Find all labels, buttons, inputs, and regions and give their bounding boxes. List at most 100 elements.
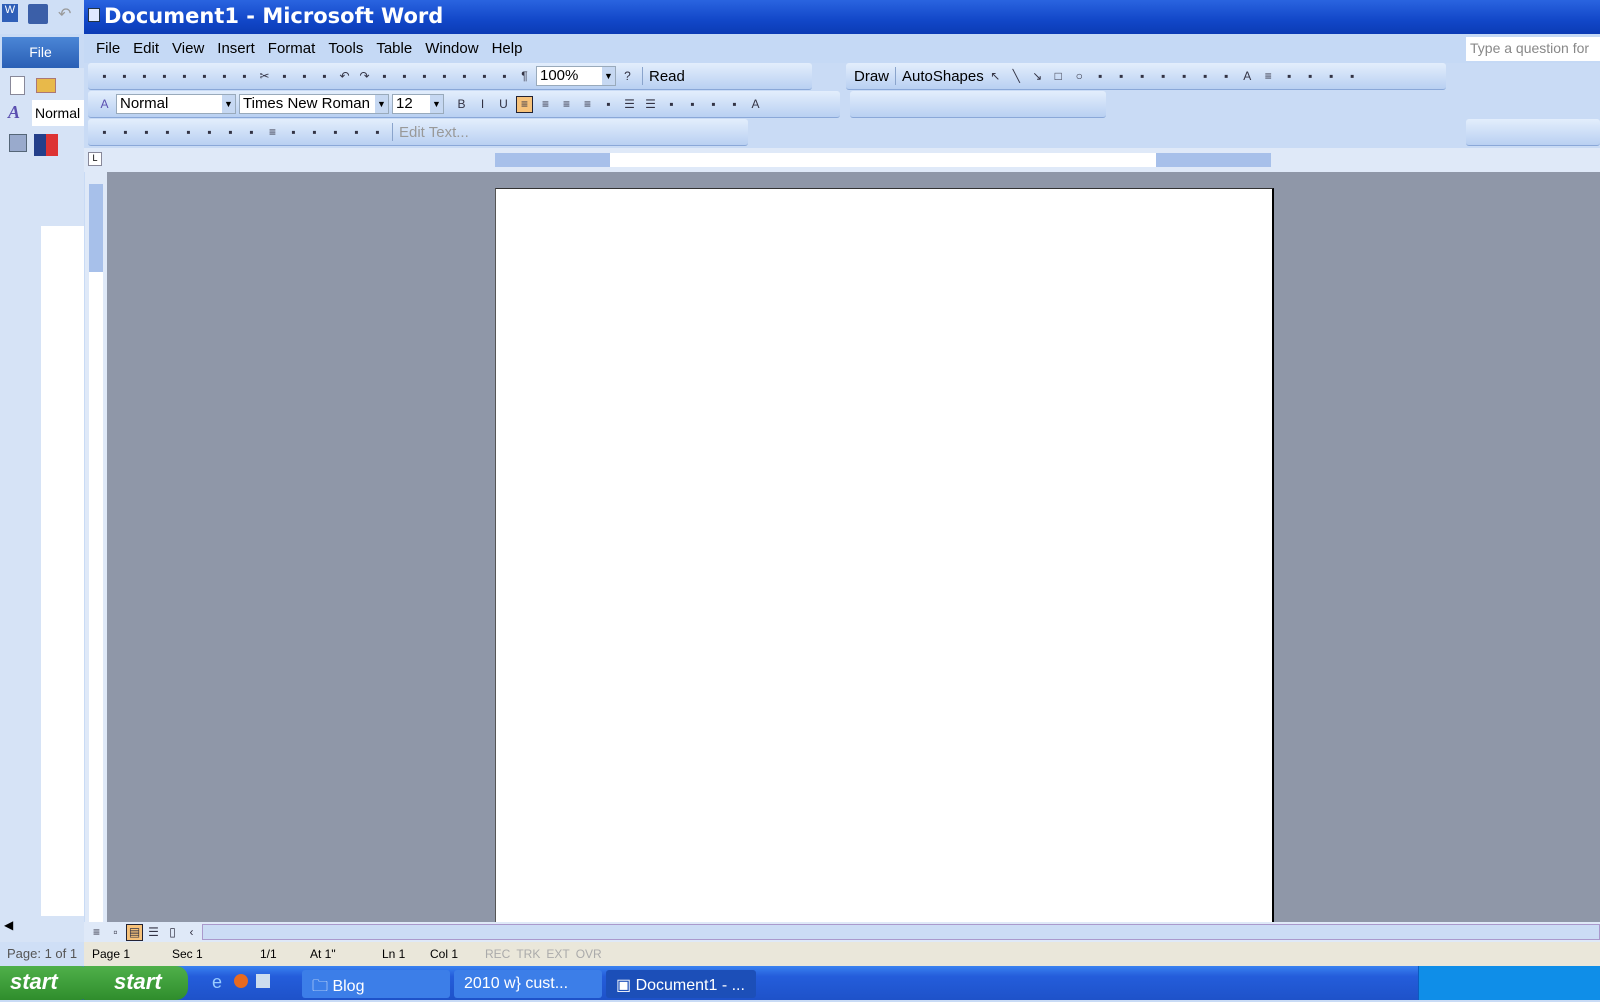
menu-window[interactable]: Window [425,40,478,57]
start-button[interactable]: start [0,966,92,1000]
3d-icon[interactable]: ▪ [1344,68,1361,85]
task-blog[interactable]: 🗀 Blog [302,970,450,998]
file-tab[interactable]: File [2,37,79,68]
redo-icon[interactable]: ↷ [356,68,373,85]
underline-icon[interactable]: U [495,96,512,113]
insert-table-icon[interactable]: ▪ [416,68,433,85]
rotate-icon[interactable]: ▪ [243,124,260,141]
print-layout-icon[interactable]: ▤ [126,923,143,941]
help-icon[interactable]: ? [619,68,636,85]
text-wrapping-icon[interactable]: ▪ [306,124,323,141]
bullets-icon[interactable]: ☰ [642,96,659,113]
crop-icon[interactable]: ▪ [222,124,239,141]
italic-icon[interactable]: I [474,96,491,113]
status-ext[interactable]: EXT [543,947,572,961]
font-combo[interactable]: Times New Roman ▼ [239,94,389,114]
insert-picture-icon[interactable]: ▪ [96,124,113,141]
paste-icon[interactable]: ▪ [296,68,313,85]
style-combo[interactable]: Normal ▼ [116,94,236,114]
line-color-icon[interactable]: ▪ [1218,68,1235,85]
undo-icon[interactable]: ↶ [58,4,71,24]
outline-view-icon[interactable]: ☰ [145,924,162,941]
diagram-icon[interactable]: ▪ [1134,68,1151,85]
arrow-style-icon[interactable]: ▪ [1302,68,1319,85]
more-contrast-icon[interactable]: ▪ [138,124,155,141]
font-color-icon[interactable]: A [747,96,764,113]
font-color-icon[interactable]: A [1239,68,1256,85]
line-style-icon[interactable]: ≡ [1260,68,1277,85]
compress-icon[interactable]: ▪ [285,124,302,141]
print-preview-icon[interactable]: ▪ [196,68,213,85]
open-icon[interactable]: ▪ [116,68,133,85]
align-right-icon[interactable]: ≡ [558,96,575,113]
quick-launch-icon[interactable] [256,974,270,988]
line-spacing-icon[interactable]: ▪ [600,96,617,113]
open-folder-icon[interactable] [36,78,56,93]
fill-color-icon[interactable]: ▪ [1197,68,1214,85]
format-picture-icon[interactable]: ▪ [327,124,344,141]
center-icon[interactable]: ≡ [537,96,554,113]
scroll-left-icon[interactable]: ‹ [183,924,200,941]
line-style-icon[interactable]: ≡ [264,124,281,141]
cut-icon[interactable]: ✂ [256,68,273,85]
task-document1[interactable]: ▣ Document1 - ... [606,970,756,998]
menu-view[interactable]: View [172,40,204,57]
web-layout-icon[interactable]: ▫ [107,924,124,941]
menu-table[interactable]: Table [376,40,412,57]
undo-icon[interactable]: ↶ [336,68,353,85]
start-button-2[interactable]: start [84,966,188,1000]
styles-icon[interactable]: A [8,102,20,123]
scroll-left-arrow[interactable]: ◀ [4,918,13,932]
reading-layout-icon[interactable]: ▯ [164,924,181,941]
spelling-icon[interactable]: ▪ [216,68,233,85]
dash-style-icon[interactable]: ▪ [1281,68,1298,85]
menu-tools[interactable]: Tools [328,40,363,57]
columns-icon[interactable]: ▪ [456,68,473,85]
decrease-indent-icon[interactable]: ▪ [663,96,680,113]
chevron-down-icon[interactable]: ▼ [222,95,235,113]
menu-help[interactable]: Help [492,40,523,57]
rectangle-icon[interactable]: □ [1050,68,1067,85]
increase-indent-icon[interactable]: ▪ [684,96,701,113]
borders-icon[interactable]: ▪ [705,96,722,113]
edit-text-button[interactable]: Edit Text... [399,124,469,141]
select-objects-icon[interactable]: ↖ [987,68,1004,85]
picture-icon[interactable] [9,134,27,152]
read-button[interactable]: Read [649,68,685,85]
font-size-combo[interactable]: 12 ▼ [392,94,444,114]
vertical-ruler[interactable] [85,172,107,924]
chevron-down-icon[interactable]: ▼ [375,95,388,113]
picture-icon[interactable]: ▪ [1176,68,1193,85]
hyperlink-icon[interactable]: ▪ [376,68,393,85]
status-rec[interactable]: REC [482,947,513,961]
wordart-icon[interactable]: ▪ [1113,68,1130,85]
style-preview[interactable]: Normal [32,100,84,126]
save-icon[interactable]: ▪ [136,68,153,85]
document-page[interactable] [495,188,1274,924]
color-icon[interactable]: ▪ [117,124,134,141]
normal-view-icon[interactable]: ≡ [88,924,105,941]
highlight-icon[interactable]: ▪ [726,96,743,113]
line-icon[interactable]: ╲ [1008,68,1025,85]
internet-explorer-icon[interactable]: e [212,972,222,993]
menu-insert[interactable]: Insert [217,40,255,57]
less-contrast-icon[interactable]: ▪ [159,124,176,141]
help-question-box[interactable]: Type a question for [1466,37,1600,61]
drawing-icon[interactable]: ▪ [476,68,493,85]
document-map-icon[interactable]: ▪ [496,68,513,85]
print-icon[interactable]: ▪ [176,68,193,85]
copy-icon[interactable]: ▪ [276,68,293,85]
numbering-icon[interactable]: ☰ [621,96,638,113]
permission-icon[interactable]: ▪ [156,68,173,85]
format-painter-icon[interactable]: ▪ [316,68,333,85]
bold-icon[interactable]: B [453,96,470,113]
status-trk[interactable]: TRK [513,947,543,961]
text-box-icon[interactable]: ▪ [1092,68,1109,85]
new-document-icon[interactable] [10,76,25,95]
chevron-down-icon[interactable]: ▼ [430,95,443,113]
save-icon[interactable] [28,4,48,24]
autoshapes-button[interactable]: AutoShapes [902,68,984,85]
horizontal-ruler[interactable] [495,153,1271,167]
menu-format[interactable]: Format [268,40,316,57]
task-2010[interactable]: 2010 w} cust... [454,970,602,998]
